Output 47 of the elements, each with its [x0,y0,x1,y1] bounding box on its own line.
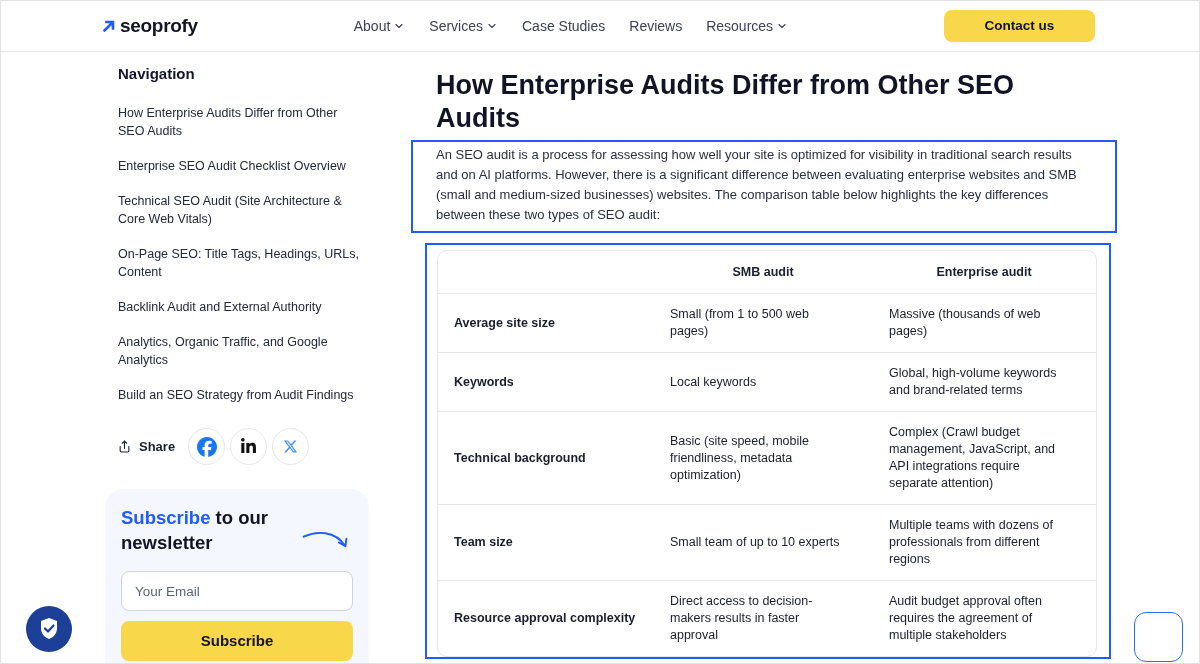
table-cell: Multiple teams with dozens of professionals from different regions [889,518,1053,566]
article-title: How Enterprise Audits Differ from Other SEO Audits [435,69,1016,135]
contact-button[interactable]: Contact us [944,10,1095,42]
toc-link[interactable]: Build an SEO Strategy from Audit Findings [118,386,360,404]
logo[interactable]: seoprofy [103,11,198,41]
nav-link[interactable]: Services [429,15,498,37]
share-icon [118,440,131,453]
column-header: SMB audit [732,263,794,281]
table-cell: Massive (thousands of web pages) [889,307,1041,338]
share-link[interactable]: Share [118,436,176,457]
navigation-heading: Navigation [117,64,196,84]
toc-link[interactable]: Backlink Audit and External Authority [118,298,360,316]
nav-link[interactable]: About [353,15,406,37]
toc-link[interactable]: How Enterprise Audits Differ from Other SEO Audits [118,104,360,140]
email-field[interactable]: Your Email [121,571,353,611]
table-cell: Audit budget approval often requires the agreement of multiple stakeholders [889,594,1042,642]
table-cell: Complex (Crawl budget management, JavaScript, and API integrations require separate attention) [889,425,1056,490]
row-label: Technical background [454,450,586,465]
toc-link[interactable]: Analytics, Organic Traffic, and Google Analytics [118,333,360,369]
table-cell: Basic (site speed, mobile friendliness, metadata optimization) [670,433,809,482]
toc-link[interactable]: Enterprise SEO Audit Checklist Overview [118,157,360,175]
table-cell: Small (from 1 to 500 web pages) [670,307,809,338]
facebook-icon [196,436,217,457]
row-label: Resource approval complexity [454,611,636,625]
share-network-button[interactable] [230,428,268,465]
nav-link[interactable]: Resources [706,15,789,37]
table-cell: Small team of up to 10 experts [670,535,840,549]
nav-link[interactable]: Reviews [629,15,683,37]
table-cell: Direct access to decision-makers results in faster approval [670,594,813,642]
nav-link[interactable]: Case Studies [522,15,606,37]
logo-arrow-icon [103,20,115,32]
column-header: Enterprise audit [936,263,1032,281]
row-label: Team size [454,535,513,549]
row-label: Average site size [454,315,555,330]
widget-button[interactable] [1134,612,1183,662]
subscribe-button[interactable]: Subscribe [121,621,353,661]
toc-link[interactable]: Technical SEO Audit (Site Architecture & Core Web Vitals) [118,192,360,228]
linkedin-icon [240,438,258,455]
table-cell: Local keywords [670,374,757,389]
newsletter-heading: Subscribe to our newsletter [121,506,269,555]
x-icon [283,439,299,454]
intro-paragraph: An SEO audit is a process for assessing how well your site is optimized for visibility in traditional search results and on AI platforms. However, there is a significant difference between evaluating enterprise websites and SMB (small and medium-sized businesses) websites. The comparison table below highlights the key differences between these two types of SEO audit: [436,146,1078,224]
curved-arrow-icon [302,531,349,550]
row-label: Keywords [454,374,514,389]
toc-link[interactable]: On-Page SEO: Title Tags, Headings, URLs, Content [118,245,360,281]
shield-check-icon [26,606,72,652]
table-cell: Global, high-volume keywords and brand-related terms [889,366,1057,397]
